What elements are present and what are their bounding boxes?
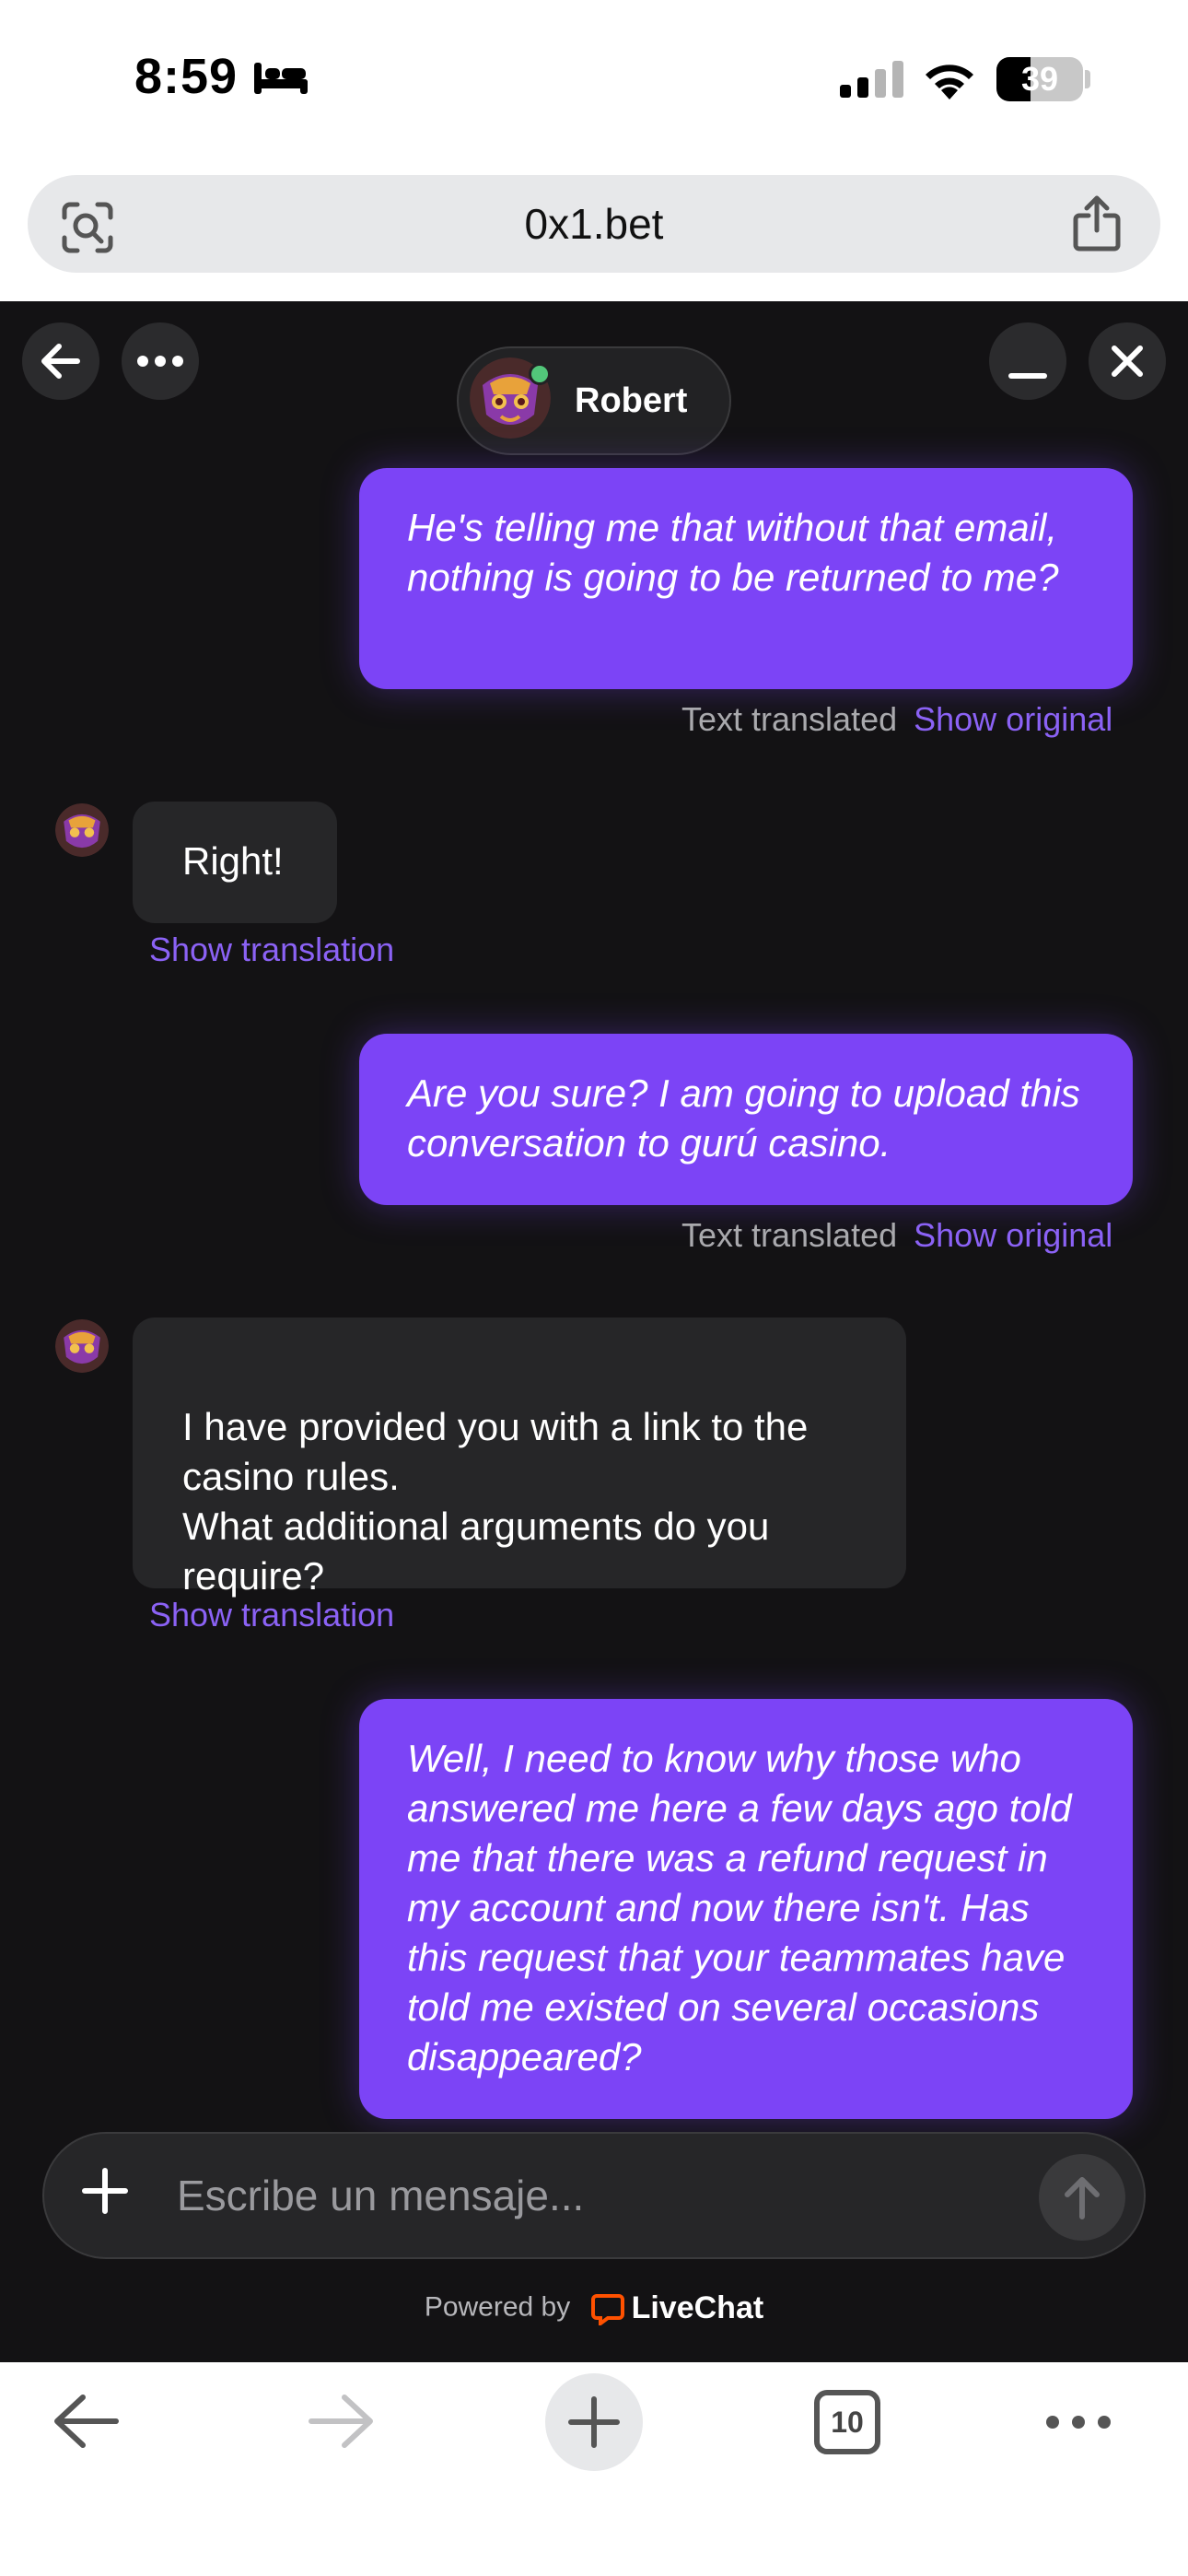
show-translation-link[interactable]: Show translation xyxy=(149,1596,394,1634)
show-original-link[interactable]: Show original xyxy=(914,700,1112,738)
wifi-icon xyxy=(926,64,973,100)
show-translation-link[interactable]: Show translation xyxy=(149,931,394,969)
battery-indicator: 39 xyxy=(996,57,1083,101)
outgoing-message: Are you sure? I am going to upload this … xyxy=(359,1034,1133,1205)
plus-icon xyxy=(568,2396,620,2448)
message-text: I have provided you with a link to the c… xyxy=(182,1405,809,1598)
message-meta: Text translated Show original xyxy=(681,1216,1112,1255)
sleep-focus-icon xyxy=(254,63,308,94)
agent-name: Robert xyxy=(575,381,688,420)
send-button[interactable] xyxy=(1039,2154,1125,2241)
status-bar: 8:59 39 xyxy=(0,0,1188,166)
more-options-icon[interactable] xyxy=(1046,2416,1111,2429)
battery-percent: 39 xyxy=(1020,60,1059,98)
close-chat-button[interactable] xyxy=(1089,322,1166,400)
back-button[interactable] xyxy=(22,322,99,400)
tabs-button[interactable]: 10 xyxy=(814,2390,880,2454)
incoming-message: I have provided you with a link to the c… xyxy=(133,1317,906,1598)
message-text: He's telling me that without that email,… xyxy=(407,506,1059,599)
chat-menu-button[interactable] xyxy=(122,322,199,400)
url-text[interactable]: 0x1.bet xyxy=(28,199,1160,249)
new-tab-button[interactable] xyxy=(545,2373,643,2471)
message-text: Right! xyxy=(182,839,284,883)
livechat-brand-name: LiveChat xyxy=(631,2290,764,2325)
translated-label: Text translated xyxy=(681,700,898,738)
address-bar[interactable]: 0x1.bet xyxy=(28,175,1160,273)
minimize-icon xyxy=(1008,373,1047,379)
outgoing-message: He's telling me that without that email,… xyxy=(359,468,1133,689)
battery-tip xyxy=(1085,70,1090,88)
translated-label: Text translated xyxy=(681,1216,898,1254)
livechat-logo[interactable]: LiveChat xyxy=(590,2290,764,2326)
browser-back-icon[interactable] xyxy=(52,2392,122,2451)
share-icon[interactable] xyxy=(1072,195,1122,252)
livechat-logo-icon xyxy=(590,2293,624,2325)
close-icon xyxy=(1112,345,1143,377)
message-text: Are you sure? I am going to upload this … xyxy=(407,1071,1080,1165)
incoming-message: Right! xyxy=(133,802,337,923)
more-horizontal-icon xyxy=(137,356,183,367)
agent-avatar-small xyxy=(55,1319,109,1373)
agent-avatar-small xyxy=(55,803,109,857)
powered-by-label: Powered by xyxy=(424,2291,571,2323)
powered-by: Powered by LiveChat xyxy=(0,2290,1188,2326)
cellular-signal-icon xyxy=(840,61,903,98)
show-original-link[interactable]: Show original xyxy=(914,1216,1112,1254)
arrow-left-icon xyxy=(41,344,80,379)
tab-count: 10 xyxy=(831,2405,864,2439)
online-status-dot xyxy=(529,363,551,385)
attach-plus-icon[interactable] xyxy=(79,2165,131,2217)
page-scan-icon[interactable] xyxy=(61,201,114,254)
message-input[interactable]: Escribe un mensaje... xyxy=(177,2171,584,2220)
message-text: Well, I need to know why those who answe… xyxy=(407,1737,1072,2078)
arrow-up-icon xyxy=(1065,2177,1100,2219)
minimize-button[interactable] xyxy=(989,322,1066,400)
outgoing-message: Well, I need to know why those who answe… xyxy=(359,1699,1133,2119)
status-time: 8:59 xyxy=(134,49,239,104)
browser-forward-icon[interactable] xyxy=(306,2392,376,2451)
message-meta: Text translated Show original xyxy=(681,700,1112,739)
